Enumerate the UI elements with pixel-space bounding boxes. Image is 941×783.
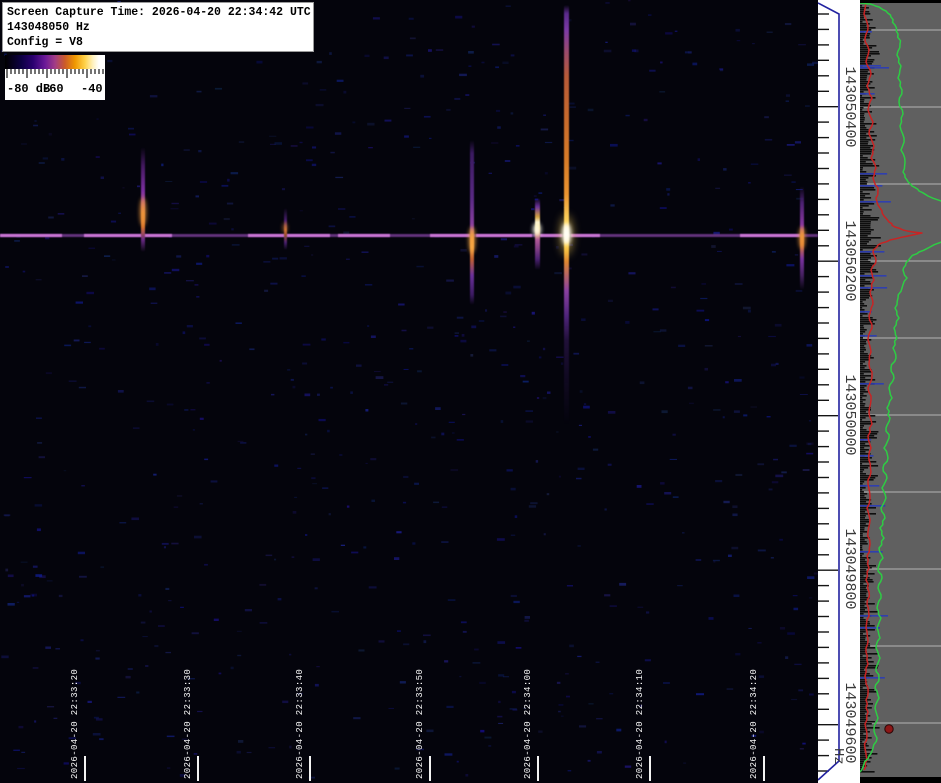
time-axis-label: 2026-04-20 22:33:50 [415,668,425,779]
meteor-echo-glow [469,227,475,253]
colorbar-gradient [5,55,105,69]
time-axis-tick [84,756,86,781]
db-colorbar-legend: -80 dB -60 -40 [5,55,105,100]
spectrum-marker-dot [884,724,894,734]
meteor-echo-glow [799,227,805,249]
capture-frequency-line: 143048050 Hz [7,21,90,34]
time-axis-tick [537,756,539,781]
time-axis-label: 2026-04-20 22:33:20 [70,668,80,779]
colorbar-label-mid: -60 [42,82,64,96]
waterfall-spectrogram: 2026-04-20 22:33:20 2026-04-20 22:33:30 20… [0,0,818,783]
colorbar-tick-row [6,69,104,78]
capture-config-line: Config = V8 [7,36,83,49]
meteor-echo-glow [283,223,287,233]
frequency-ruler-ticks [817,2,840,781]
spectrum-plot [859,2,941,773]
carrier-signal-line-segment [84,234,172,237]
time-axis-tick [309,756,311,781]
colorbar-label-max: -40 [81,82,103,96]
avg-spectrum-trace-red [863,2,923,771]
time-axis-label: 2026-04-20 22:34:10 [635,668,645,779]
capture-info-box: Screen Capture Time: 2026-04-20 22:34:42… [2,2,314,52]
carrier-signal-line-segment [476,234,532,237]
carrier-signal-line-segment [571,234,600,237]
spectrum-capture-window: 2026-04-20 22:33:20 2026-04-20 22:33:30 20… [0,0,941,783]
time-axis-tick [763,756,765,781]
live-spectrum-trace-green [859,2,941,773]
meteor-echo-glow [561,223,571,245]
time-axis-tick [429,756,431,781]
meteor-echo-glow [140,198,146,226]
carrier-signal-line-segment [540,234,562,237]
time-axis-label: 2026-04-20 22:33:40 [295,668,305,779]
carrier-signal-line-segment [430,234,470,237]
carrier-signal-line-segment [740,234,800,237]
carrier-signal-line-segment [0,234,62,237]
capture-time-line: Screen Capture Time: 2026-04-20 22:34:42… [7,6,311,19]
carrier-signal-line-segment [338,234,390,237]
meteor-echo-glow [533,222,541,236]
time-axis-tick [197,756,199,781]
live-spectrum-panel [859,2,941,777]
time-axis-label: 2026-04-20 22:34:20 [749,668,759,779]
background-noise-speckles [0,0,818,779]
time-axis-label: 2026-04-20 22:34:00 [523,668,533,779]
meteor-echo-streak [470,140,474,305]
carrier-signal-line-segment [248,234,330,237]
time-axis-label: 2026-04-20 22:33:30 [183,668,193,779]
spectrum-panel-frame [859,0,941,783]
frequency-ruler [817,0,860,783]
colorbar-labels: -80 dB -60 -40 [5,82,105,98]
time-axis-tick [649,756,651,781]
